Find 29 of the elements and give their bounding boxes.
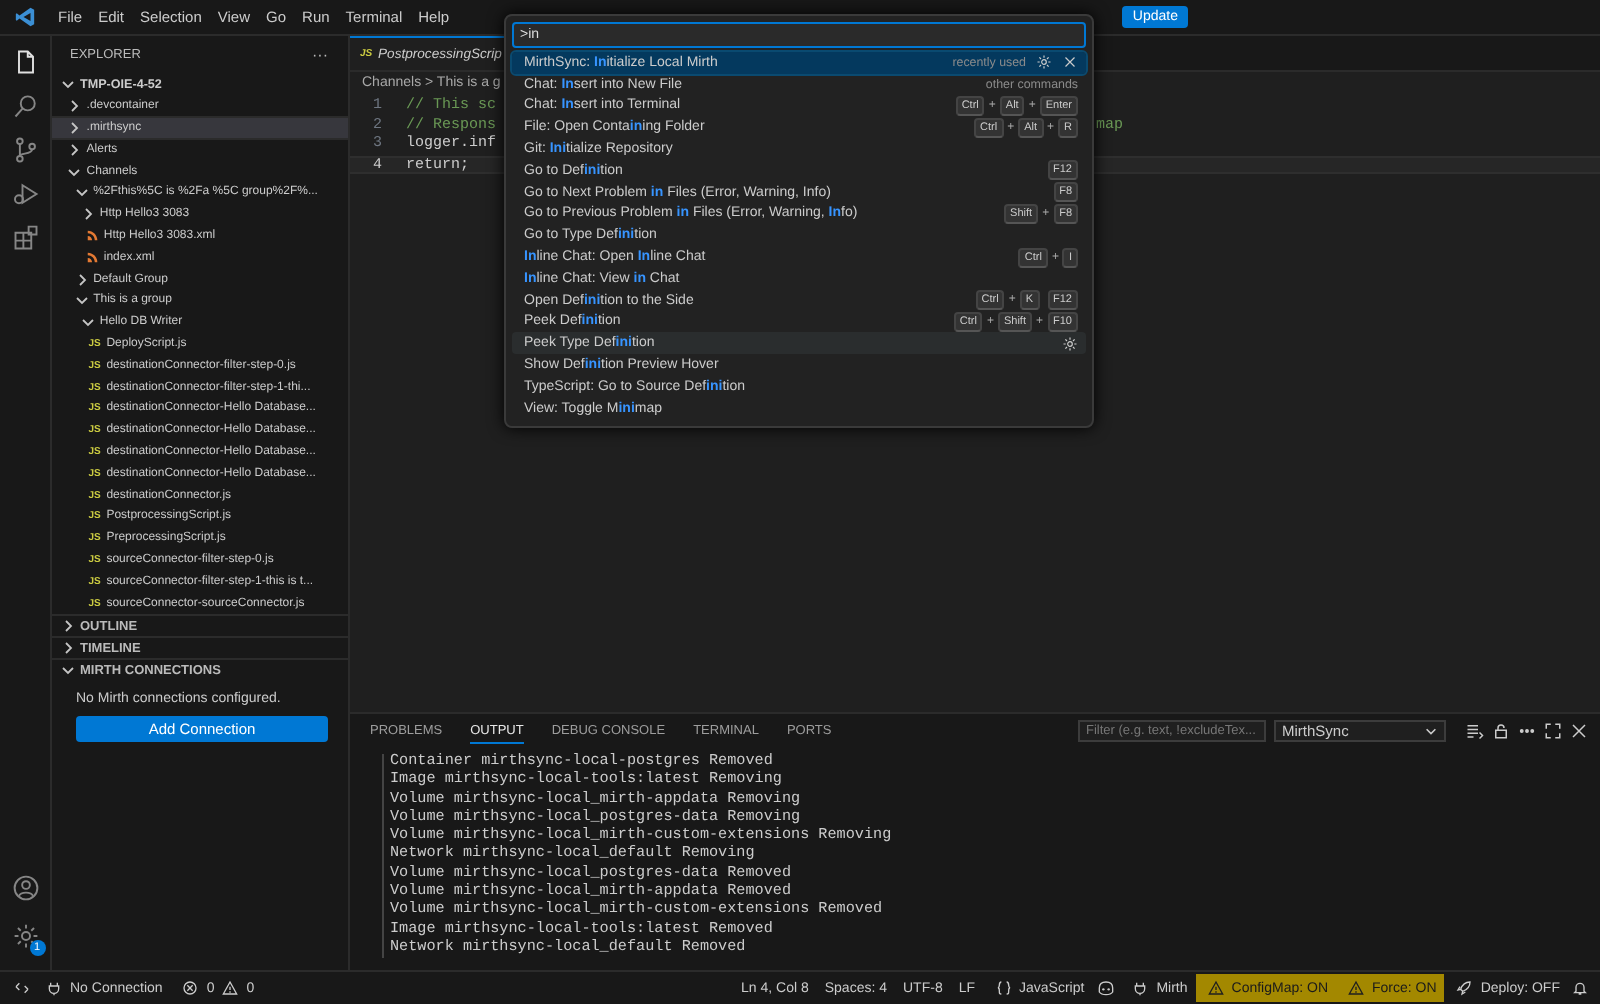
xml-file-icon: [85, 228, 100, 243]
bell-icon[interactable]: [1572, 980, 1588, 996]
extensions-icon[interactable]: [11, 224, 39, 252]
chevron-icon: [1424, 724, 1438, 738]
plug-icon: [1132, 980, 1149, 996]
list-icon[interactable]: [1466, 722, 1484, 740]
account-icon[interactable]: [11, 874, 39, 902]
close-icon[interactable]: [1570, 722, 1588, 740]
settings-icon[interactable]: [11, 922, 39, 950]
scm-icon[interactable]: [11, 136, 39, 164]
rocket-icon: [1456, 980, 1473, 996]
plug-icon: [46, 980, 62, 996]
braces-icon: [995, 980, 1012, 996]
app-logo-icon: [14, 6, 36, 28]
settings-icon[interactable]: [1036, 54, 1052, 71]
search-icon[interactable]: [11, 92, 39, 120]
debug-icon[interactable]: [11, 180, 39, 208]
copilot-icon[interactable]: [1096, 980, 1117, 996]
warning-icon: [1348, 980, 1365, 996]
warning-icon: [1207, 980, 1224, 996]
more-actions-button[interactable]: ···: [312, 46, 328, 64]
maximize-icon[interactable]: [1544, 722, 1562, 740]
warning-icon: [222, 980, 239, 996]
settings-icon[interactable]: [1062, 335, 1078, 352]
xml-file-icon: [85, 250, 100, 265]
remote-icon[interactable]: [14, 980, 30, 996]
close-icon[interactable]: [1062, 54, 1078, 71]
error-icon: [182, 980, 199, 996]
lock-icon[interactable]: [1492, 722, 1510, 740]
